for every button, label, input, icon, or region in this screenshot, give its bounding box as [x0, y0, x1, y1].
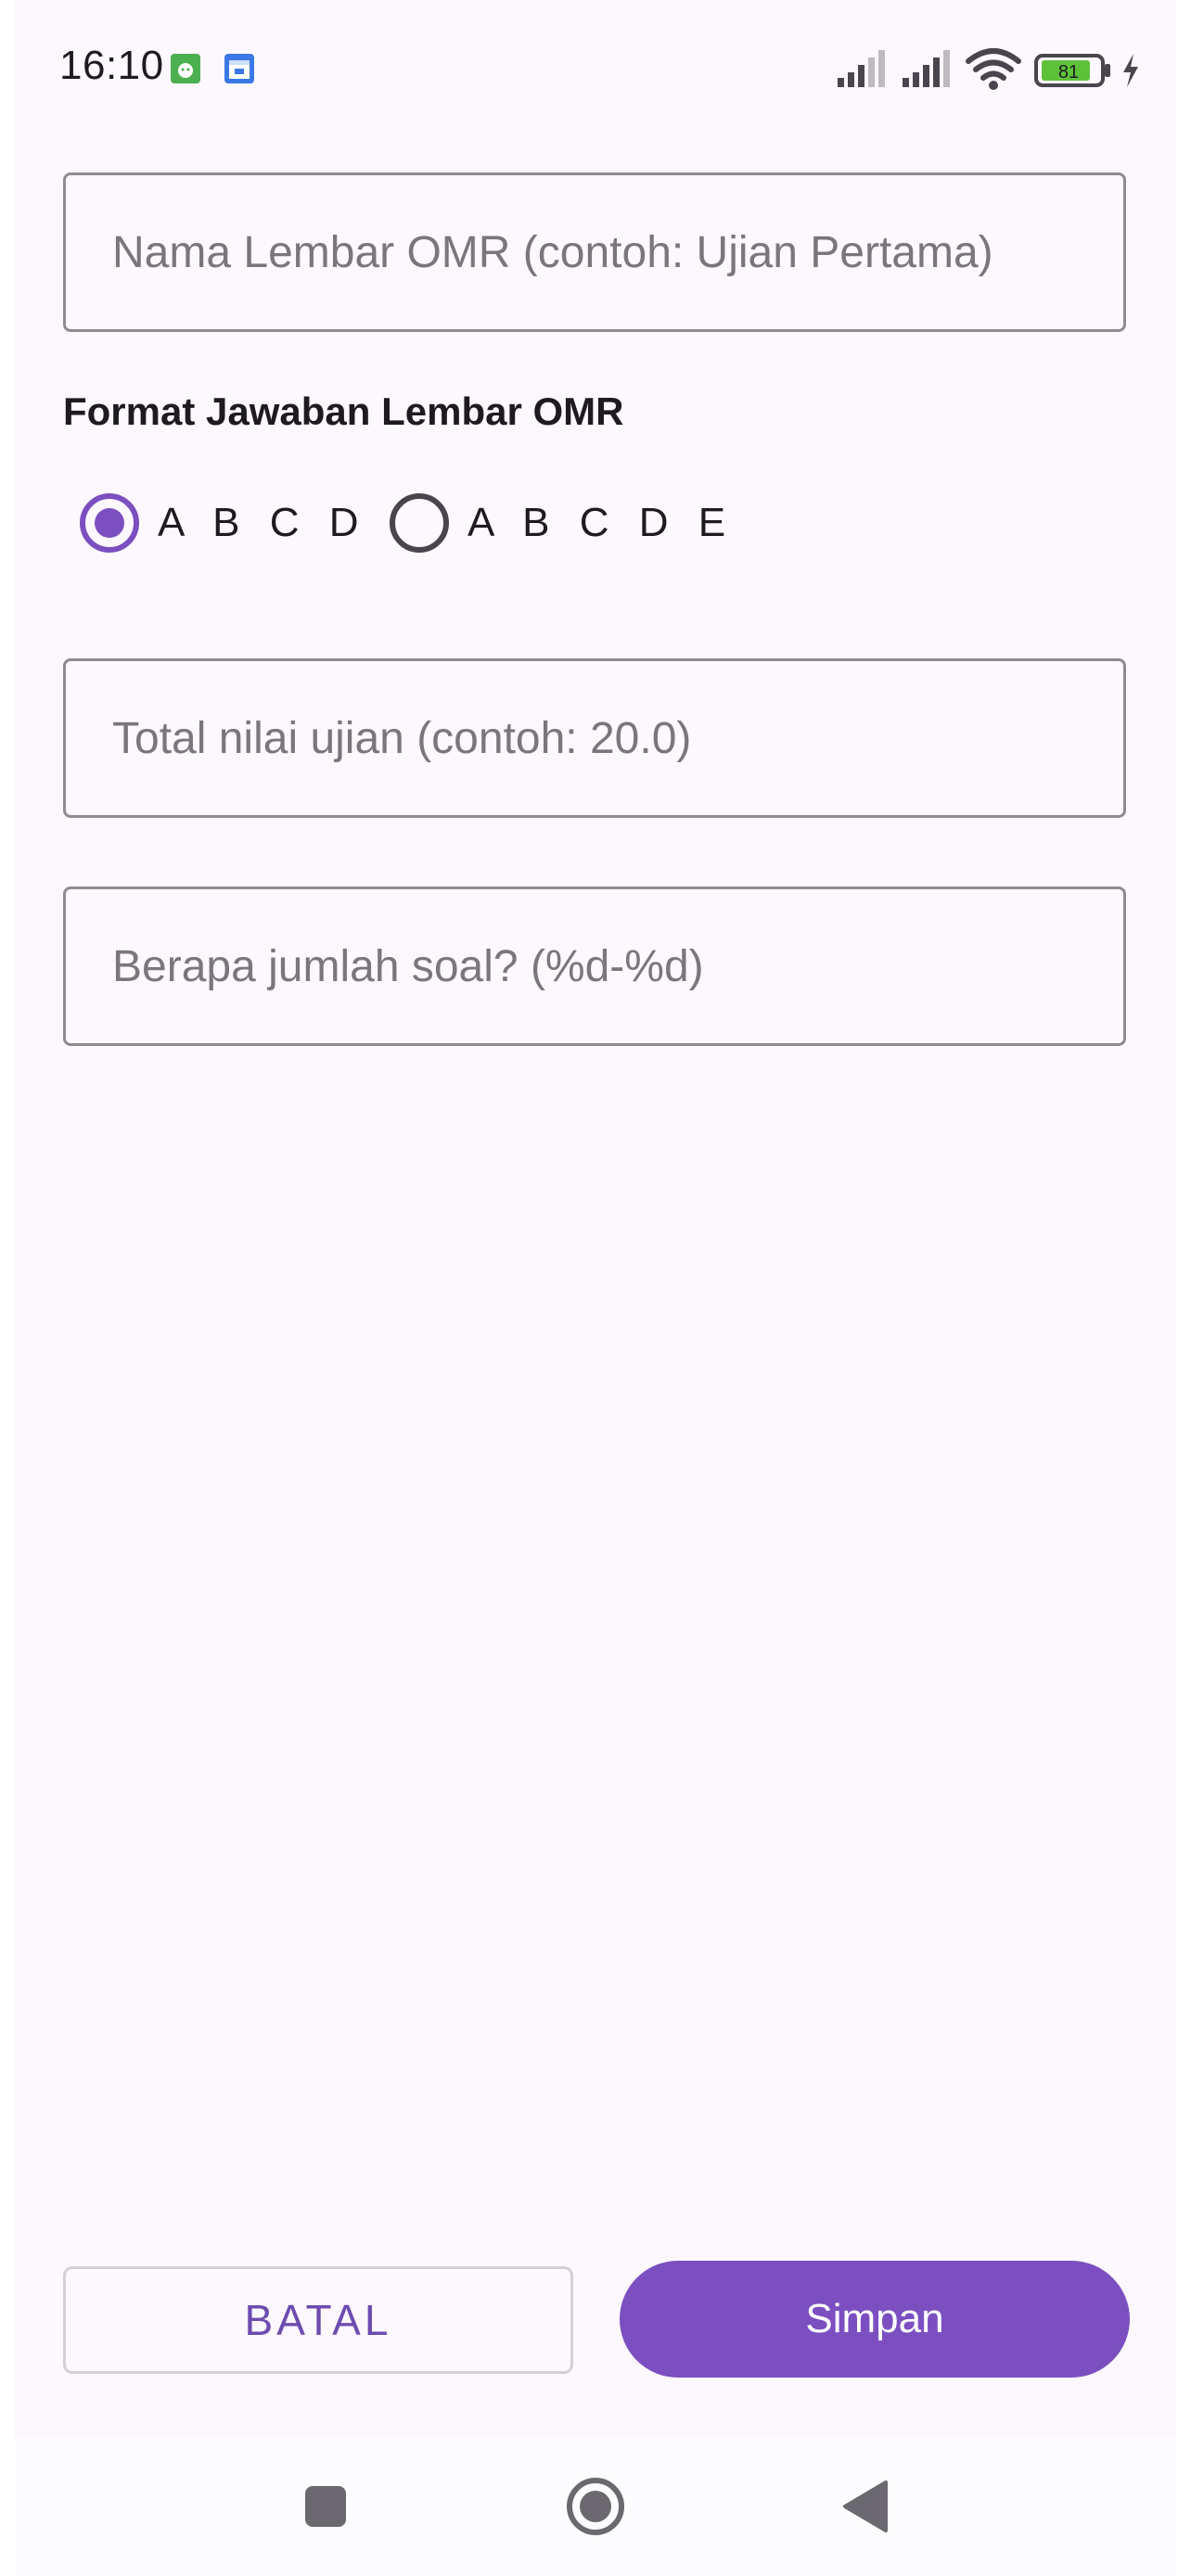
navigation-bar: [15, 2437, 1176, 2576]
radio-option-abcde[interactable]: A B C D E: [390, 490, 735, 556]
question-count-input[interactable]: [66, 889, 1123, 1043]
total-score-input[interactable]: [66, 661, 1123, 815]
status-time: 16:10: [59, 43, 164, 88]
status-bar: 16:10 81: [15, 0, 1176, 139]
home-icon[interactable]: [563, 2474, 628, 2539]
battery-icon: 81: [1033, 46, 1113, 93]
radio-option-abcd[interactable]: A B C D: [80, 490, 368, 556]
battery-level: 81: [1058, 62, 1079, 83]
total-score-field[interactable]: [63, 658, 1126, 818]
signal-icon: [901, 46, 956, 93]
radio-label-abcde: A B C D E: [467, 500, 736, 545]
android-icon: [171, 54, 200, 83]
screen: 16:10 81 Nama Lembar OMR (contoh: Ujian …: [15, 0, 1176, 2576]
cancel-button[interactable]: BATAL: [63, 2266, 573, 2374]
radio-label-abcd: A B C D: [158, 500, 368, 545]
recents-icon[interactable]: [293, 2474, 358, 2539]
charging-icon: [1119, 46, 1143, 93]
sheet-name-input[interactable]: [66, 175, 1123, 329]
back-icon[interactable]: [833, 2474, 898, 2539]
radio-unchecked-icon[interactable]: [390, 493, 449, 553]
signal-icon: [836, 46, 891, 93]
calendar-icon: [224, 54, 254, 83]
format-label: Format Jawaban Lembar OMR: [63, 389, 624, 433]
question-count-field[interactable]: [63, 886, 1126, 1046]
radio-checked-icon[interactable]: [80, 493, 139, 553]
save-button[interactable]: Simpan: [620, 2261, 1130, 2378]
sheet-name-field[interactable]: [63, 172, 1126, 332]
wifi-icon: [965, 46, 1022, 93]
